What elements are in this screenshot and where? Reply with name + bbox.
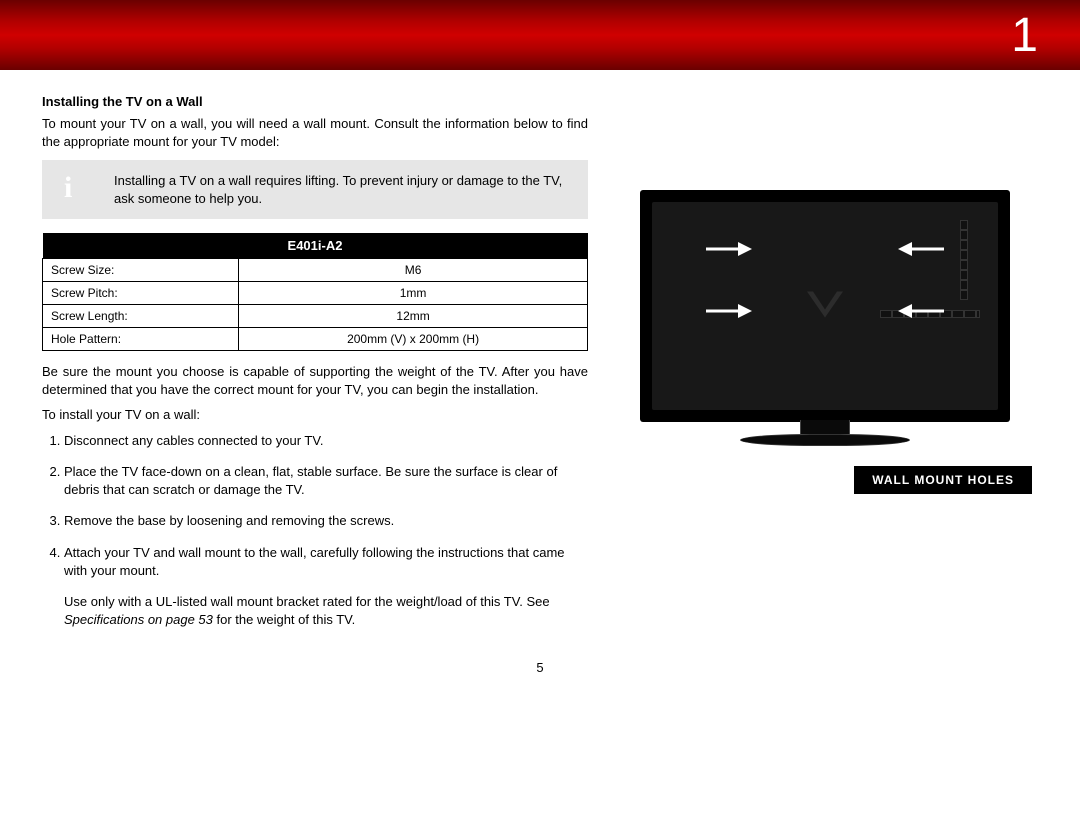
content-area: Installing the TV on a Wall To mount you… — [0, 70, 1080, 636]
tv-neck — [800, 420, 850, 434]
left-column: Installing the TV on a Wall To mount you… — [42, 94, 612, 636]
note-pre: Use only with a UL-listed wall mount bra… — [64, 594, 550, 609]
page-footer-number: 5 — [0, 636, 1080, 689]
header-banner: 1 — [0, 0, 1080, 70]
table-title: E401i-A2 — [43, 233, 588, 259]
tv-stand — [740, 434, 910, 446]
table-row: Screw Size:M6 — [43, 259, 588, 282]
note-paragraph: Use only with a UL-listed wall mount bra… — [42, 593, 588, 628]
table-row: Screw Length:12mm — [43, 305, 588, 328]
vizio-logo-icon — [804, 290, 846, 323]
spec-key: Screw Pitch: — [43, 282, 239, 305]
paragraph: Be sure the mount you choose is capable … — [42, 363, 588, 398]
table-row: Hole Pattern:200mm (V) x 200mm (H) — [43, 328, 588, 351]
steps-list: Disconnect any cables connected to your … — [42, 432, 588, 579]
note-emphasis: Specifications on page 53 — [64, 612, 213, 627]
spec-key: Screw Size: — [43, 259, 239, 282]
arrow-left-icon — [898, 238, 946, 260]
arrow-right-icon — [704, 238, 752, 260]
section-number: 1 — [1011, 8, 1038, 63]
list-item: Attach your TV and wall mount to the wal… — [64, 544, 588, 579]
table-row: Screw Pitch:1mm — [43, 282, 588, 305]
spec-table: E401i-A2 Screw Size:M6 Screw Pitch:1mm S… — [42, 233, 588, 351]
diagram-label: WALL MOUNT HOLES — [854, 466, 1032, 494]
warning-callout: i Installing a TV on a wall requires lif… — [42, 160, 588, 219]
note-post: for the weight of this TV. — [213, 612, 355, 627]
list-item: Place the TV face-down on a clean, flat,… — [64, 463, 588, 498]
list-item: Disconnect any cables connected to your … — [64, 432, 588, 450]
info-icon: i — [64, 168, 72, 209]
list-item: Remove the base by loosening and removin… — [64, 512, 588, 530]
tv-back-diagram — [640, 190, 1010, 450]
spec-key: Hole Pattern: — [43, 328, 239, 351]
port-panel-vertical — [960, 220, 968, 300]
callout-text: Installing a TV on a wall requires lifti… — [114, 173, 562, 206]
arrow-left-icon — [898, 300, 946, 322]
section-heading: Installing the TV on a Wall — [42, 94, 588, 109]
spec-val: 1mm — [239, 282, 588, 305]
list-intro: To install your TV on a wall: — [42, 406, 588, 424]
tv-back-panel — [640, 190, 1010, 422]
spec-key: Screw Length: — [43, 305, 239, 328]
intro-paragraph: To mount your TV on a wall, you will nee… — [42, 115, 588, 150]
spec-val: 200mm (V) x 200mm (H) — [239, 328, 588, 351]
arrow-right-icon — [704, 300, 752, 322]
right-column: WALL MOUNT HOLES — [612, 94, 1038, 636]
spec-val: 12mm — [239, 305, 588, 328]
spec-val: M6 — [239, 259, 588, 282]
